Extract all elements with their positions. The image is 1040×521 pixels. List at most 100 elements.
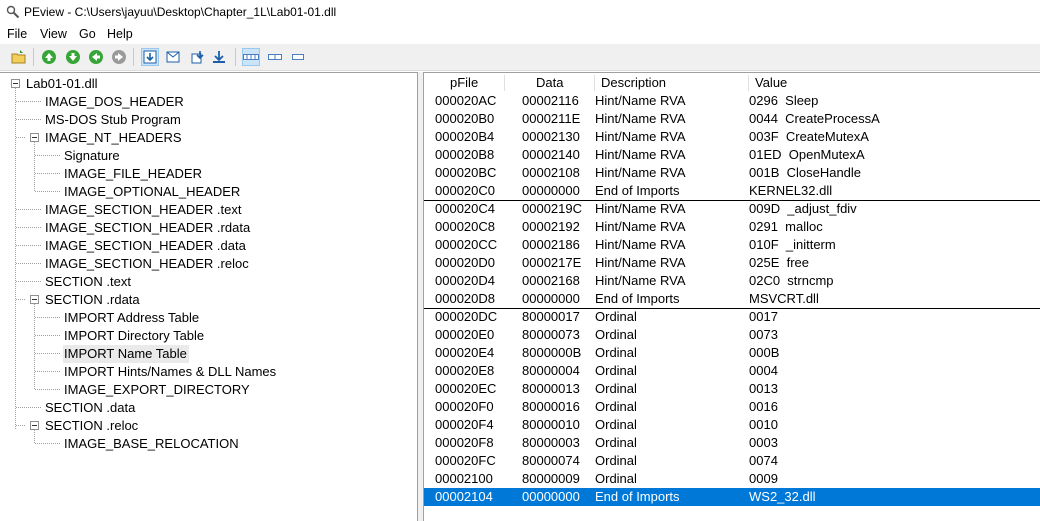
tree-item-dos-header[interactable]: IMAGE_DOS_HEADER xyxy=(45,93,184,111)
tree-guide-line xyxy=(34,429,35,443)
cell-pfile: 000020D4 xyxy=(435,273,495,288)
column-header-description[interactable]: Description xyxy=(601,73,667,93)
tree-connector xyxy=(16,101,41,102)
column-divider[interactable] xyxy=(748,75,749,91)
cell-description: Ordinal xyxy=(595,327,637,342)
column-header-value[interactable]: Value xyxy=(755,73,788,93)
cell-data: 80000074 xyxy=(522,453,580,468)
table-row[interactable]: 000020D8 00000000 End of Imports MSVCRT.dll xyxy=(424,290,1040,308)
tree-root-file[interactable]: Lab01-01.dll xyxy=(26,75,98,93)
column-header-data[interactable]: Data xyxy=(536,73,564,93)
layout-wide-icon[interactable] xyxy=(242,48,260,66)
table-row[interactable]: 000020B4 00002130 Hint/Name RVA 003F Create… xyxy=(424,128,1040,146)
layout-medium-icon[interactable] xyxy=(266,48,284,66)
table-row[interactable]: 000020D4 00002168 Hint/Name RVA 02C0 strncm… xyxy=(424,272,1040,290)
table-row[interactable]: 000020E0 80000073 Ordinal 0073 xyxy=(424,326,1040,344)
structure-tree[interactable]: Lab01-01.dll IMAGE_DOS_HEADER MS-DOS Stu… xyxy=(0,72,418,521)
title-bar: PEview - C:\Users\jayuu\Desktop\Chapter_… xyxy=(0,0,1040,24)
menu-view[interactable]: View xyxy=(40,27,67,41)
collapse-rdata-icon[interactable] xyxy=(30,295,39,304)
table-row[interactable]: 000020E8 80000004 Ordinal 0004 xyxy=(424,362,1040,380)
menu-help[interactable]: Help xyxy=(107,27,133,41)
tree-item-file-header[interactable]: IMAGE_FILE_HEADER xyxy=(64,165,202,183)
view-bytes-icon[interactable] xyxy=(141,48,159,66)
column-divider[interactable] xyxy=(504,75,505,91)
forward-icon[interactable] xyxy=(110,48,128,66)
cell-pfile: 000020B4 xyxy=(435,129,495,144)
tree-item-section-header-rdata[interactable]: IMAGE_SECTION_HEADER .rdata xyxy=(45,219,250,237)
tree-connector xyxy=(16,281,41,282)
peview-app-icon xyxy=(6,5,20,19)
table-row[interactable]: 000020C0 00000000 End of Imports KERNEL32.d… xyxy=(424,182,1040,200)
table-row[interactable]: 00002104 00000000 End of Imports WS2_32.dll xyxy=(424,488,1040,506)
toolbar xyxy=(0,44,1040,71)
cell-data: 00002108 xyxy=(522,165,580,180)
cell-description: Ordinal xyxy=(595,399,637,414)
tree-item-section-header-reloc[interactable]: IMAGE_SECTION_HEADER .reloc xyxy=(45,255,249,273)
layout-narrow-icon[interactable] xyxy=(289,48,307,66)
back-icon[interactable] xyxy=(87,48,105,66)
cell-pfile: 000020D8 xyxy=(435,291,495,306)
table-row[interactable]: 000020E4 8000000B Ordinal 000B xyxy=(424,344,1040,362)
tree-item-import-address-table[interactable]: IMPORT Address Table xyxy=(64,309,199,327)
table-row[interactable]: 000020B8 00002140 Hint/Name RVA 01ED OpenMu… xyxy=(424,146,1040,164)
table-row[interactable]: 000020AC 00002116 Hint/Name RVA 0296 Sleep xyxy=(424,92,1040,110)
column-header-pfile[interactable]: pFile xyxy=(450,73,479,93)
data-list-view[interactable]: pFile Data Description Value 000020AC 000… xyxy=(423,72,1040,521)
down-icon[interactable] xyxy=(64,48,82,66)
open-icon[interactable] xyxy=(10,48,28,66)
cell-value: 0013 xyxy=(749,381,778,396)
table-row[interactable]: 000020CC 00002186 Hint/Name RVA 010F _initt… xyxy=(424,236,1040,254)
tree-item-dos-stub[interactable]: MS-DOS Stub Program xyxy=(45,111,181,129)
table-row[interactable]: 000020F0 80000016 Ordinal 0016 xyxy=(424,398,1040,416)
table-row[interactable]: 00002100 80000009 Ordinal 0009 xyxy=(424,470,1040,488)
cell-data: 00000000 xyxy=(522,291,580,306)
collapse-root-icon[interactable] xyxy=(11,79,20,88)
cell-pfile: 000020C4 xyxy=(435,201,495,216)
tree-item-section-data[interactable]: SECTION .data xyxy=(45,399,135,417)
table-row[interactable]: 000020D0 0000217E Hint/Name RVA 025E free xyxy=(424,254,1040,272)
tree-item-optional-header[interactable]: IMAGE_OPTIONAL_HEADER xyxy=(64,183,240,201)
tree-item-signature[interactable]: Signature xyxy=(64,147,120,165)
table-row[interactable]: 000020DC 80000017 Ordinal 0017 xyxy=(424,308,1040,326)
tree-item-import-name-table[interactable]: IMPORT Name Table xyxy=(63,345,189,363)
tree-item-import-hints-names[interactable]: IMPORT Hints/Names & DLL Names xyxy=(64,363,276,381)
menu-file[interactable]: File xyxy=(7,27,27,41)
cell-description: Ordinal xyxy=(595,345,637,360)
tree-item-section-header-data[interactable]: IMAGE_SECTION_HEADER .data xyxy=(45,237,246,255)
tree-connector xyxy=(16,227,41,228)
table-row[interactable]: 000020F8 80000003 Ordinal 0003 xyxy=(424,434,1040,452)
table-row[interactable]: 000020EC 80000013 Ordinal 0013 xyxy=(424,380,1040,398)
cell-description: End of Imports xyxy=(595,291,680,306)
cell-data: 00000000 xyxy=(522,183,580,198)
view-qwords-icon[interactable] xyxy=(210,48,228,66)
cell-pfile: 000020F8 xyxy=(435,435,494,450)
cell-description: Ordinal xyxy=(595,363,637,378)
home-icon[interactable] xyxy=(40,48,58,66)
cell-pfile: 000020B8 xyxy=(435,147,495,162)
tree-item-section-header-text[interactable]: IMAGE_SECTION_HEADER .text xyxy=(45,201,242,219)
collapse-reloc-icon[interactable] xyxy=(30,421,39,430)
view-dwords-icon[interactable] xyxy=(189,48,207,66)
table-row[interactable]: 000020BC 00002108 Hint/Name RVA 001B CloseH… xyxy=(424,164,1040,182)
tree-item-import-directory-table[interactable]: IMPORT Directory Table xyxy=(64,327,204,345)
tree-item-section-reloc[interactable]: SECTION .reloc xyxy=(45,417,138,435)
view-words-icon[interactable] xyxy=(164,48,182,66)
table-row[interactable]: 000020C4 0000219C Hint/Name RVA 009D _adjus… xyxy=(424,200,1040,218)
cell-pfile: 000020D0 xyxy=(435,255,495,270)
tree-item-section-text[interactable]: SECTION .text xyxy=(45,273,131,291)
table-row[interactable]: 000020F4 80000010 Ordinal 0010 xyxy=(424,416,1040,434)
cell-value: 0044 CreateProcessA xyxy=(749,111,880,126)
cell-description: Hint/Name RVA xyxy=(595,129,686,144)
column-divider[interactable] xyxy=(594,75,595,91)
tree-item-nt-headers[interactable]: IMAGE_NT_HEADERS xyxy=(45,129,182,147)
tree-item-base-relocation[interactable]: IMAGE_BASE_RELOCATION xyxy=(64,435,239,453)
tree-item-section-rdata[interactable]: SECTION .rdata xyxy=(45,291,140,309)
table-row[interactable]: 000020FC 80000074 Ordinal 0074 xyxy=(424,452,1040,470)
collapse-nt-headers-icon[interactable] xyxy=(30,133,39,142)
tree-item-export-directory[interactable]: IMAGE_EXPORT_DIRECTORY xyxy=(64,381,250,399)
cell-value: 0074 xyxy=(749,453,778,468)
menu-go[interactable]: Go xyxy=(79,27,96,41)
table-row[interactable]: 000020B0 0000211E Hint/Name RVA 0044 Create… xyxy=(424,110,1040,128)
table-row[interactable]: 000020C8 00002192 Hint/Name RVA 0291 malloc xyxy=(424,218,1040,236)
